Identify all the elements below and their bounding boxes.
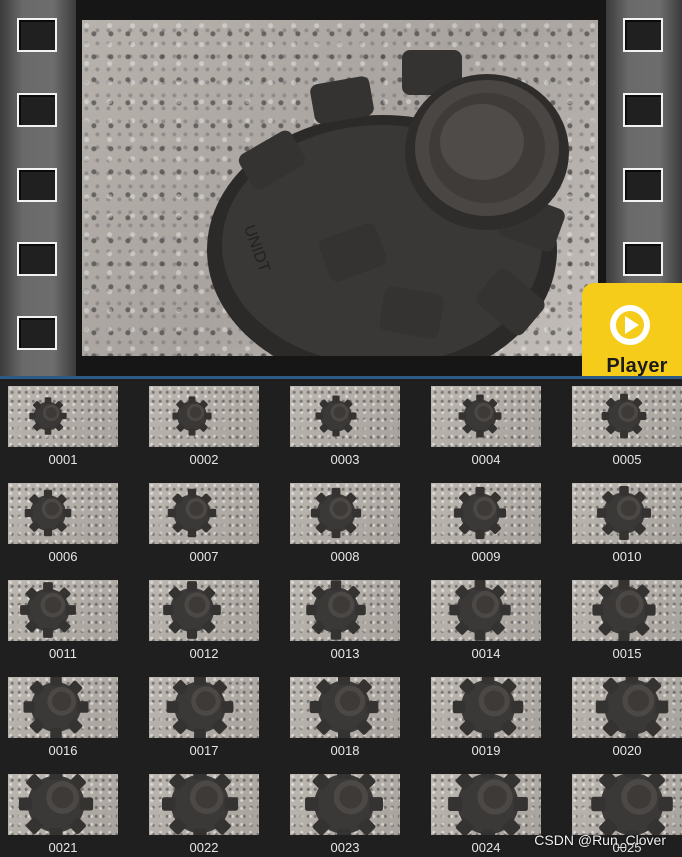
frame-thumbnail[interactable]: 0007: [149, 478, 259, 564]
thumbnail-label: 0024: [471, 840, 501, 855]
thumbnail-image: [572, 774, 682, 835]
film-sprocket-hole: [623, 242, 663, 276]
thumbnail-label: 0008: [330, 549, 360, 564]
frame-thumbnail[interactable]: 0015: [572, 575, 682, 661]
thumbnail-image: [290, 774, 400, 835]
player-button[interactable]: Player: [582, 283, 682, 380]
thumbnail-image: [572, 386, 682, 447]
thumbnail-image: [431, 580, 541, 641]
thumbnail-label: 0012: [189, 646, 219, 661]
thumbnail-image: [8, 386, 118, 447]
watermark-text: CSDN @Run_Clover: [534, 832, 666, 848]
thumbnail-label: 0015: [612, 646, 642, 661]
frame-thumbnail[interactable]: 0024: [431, 769, 541, 855]
thumbnail-image: [290, 580, 400, 641]
film-sprocket-hole: [17, 242, 57, 276]
thumbnail-label: 0002: [189, 452, 219, 467]
film-sprocket-hole: [17, 93, 57, 127]
frame-thumbnail[interactable]: 0019: [431, 672, 541, 758]
thumbnail-label: 0004: [471, 452, 501, 467]
thumbnail-image: [149, 774, 259, 835]
film-sprocket-hole: [623, 93, 663, 127]
film-sprocket-hole: [623, 168, 663, 202]
thumbnail-image: [431, 774, 541, 835]
thumbnail-image: [290, 677, 400, 738]
thumbnail-image: [290, 386, 400, 447]
play-icon: [610, 305, 650, 345]
thumbnail-image: [431, 483, 541, 544]
film-sprocket-hole: [623, 18, 663, 52]
thumbnail-label: 0016: [48, 743, 78, 758]
thumbnail-image: [572, 677, 682, 738]
thumbnail-image: [572, 580, 682, 641]
frame-thumbnail[interactable]: 0017: [149, 672, 259, 758]
thumbnail-label: 0022: [189, 840, 219, 855]
frame-thumbnail[interactable]: 0018: [290, 672, 400, 758]
frame-thumbnail[interactable]: 0022: [149, 769, 259, 855]
frame-thumbnail[interactable]: 0008: [290, 478, 400, 564]
frame-thumbnail[interactable]: 0011: [8, 575, 118, 661]
thumbnail-label: 0009: [471, 549, 501, 564]
thumbnail-label: 0013: [330, 646, 360, 661]
thumbnail-label: 0011: [49, 646, 77, 661]
frame-thumbnail[interactable]: 0005: [572, 381, 682, 467]
film-sprocket-hole: [17, 316, 57, 350]
frame-thumbnail[interactable]: 0012: [149, 575, 259, 661]
frame-thumbnail[interactable]: 0006: [8, 478, 118, 564]
frame-thumbnail[interactable]: 0009: [431, 478, 541, 564]
thumbnail-label: 0019: [471, 743, 501, 758]
thumbnail-image: [290, 483, 400, 544]
player-label: Player: [606, 355, 668, 377]
frame-thumbnail[interactable]: 0001: [8, 381, 118, 467]
thumbnail-image: [431, 677, 541, 738]
thumbnail-label: 0005: [612, 452, 642, 467]
thumbnail-image: [149, 580, 259, 641]
thumbnail-label: 0023: [330, 840, 360, 855]
frame-thumbnail[interactable]: 0023: [290, 769, 400, 855]
thumbnail-image: [149, 677, 259, 738]
frame-thumbnail[interactable]: 0020: [572, 672, 682, 758]
thumbnail-image: [431, 386, 541, 447]
frame-thumbnail[interactable]: 0016: [8, 672, 118, 758]
frame-thumbnail[interactable]: 0003: [290, 381, 400, 467]
current-frame-image: UNIDT: [82, 20, 598, 356]
frame-thumbnail[interactable]: 0010: [572, 478, 682, 564]
frame-thumbnail[interactable]: 0004: [431, 381, 541, 467]
thumbnail-label: 0017: [189, 743, 219, 758]
frame-thumbnail[interactable]: 0013: [290, 575, 400, 661]
video-preview: UNIDT: [0, 0, 682, 376]
thumbnail-image: [8, 483, 118, 544]
thumbnail-image: [8, 774, 118, 835]
thumbnail-label: 0010: [612, 549, 642, 564]
thumbnail-label: 0006: [48, 549, 78, 564]
frame-thumbnail[interactable]: 0002: [149, 381, 259, 467]
thumbnail-label: 0003: [330, 452, 360, 467]
film-sprocket-hole: [17, 168, 57, 202]
thumbnail-image: [8, 677, 118, 738]
thumbnail-label: 0018: [330, 743, 360, 758]
thumbnail-grid: 0001 0002 0003 0004 0005 0006 0007 0008 0009 0010…: [0, 379, 682, 857]
thumbnail-label: 0014: [471, 646, 501, 661]
thumbnail-label: 0007: [189, 549, 219, 564]
thumbnail-image: [8, 580, 118, 641]
frame-thumbnail[interactable]: 0014: [431, 575, 541, 661]
frame-thumbnail[interactable]: 0021: [8, 769, 118, 855]
thumbnail-label: 0001: [48, 452, 78, 467]
thumbnail-image: [149, 483, 259, 544]
thumbnail-image: [149, 386, 259, 447]
thumbnail-image: [572, 483, 682, 544]
thumbnail-label: 0021: [48, 840, 78, 855]
thumbnail-label: 0020: [612, 743, 642, 758]
film-sprocket-hole: [17, 18, 57, 52]
